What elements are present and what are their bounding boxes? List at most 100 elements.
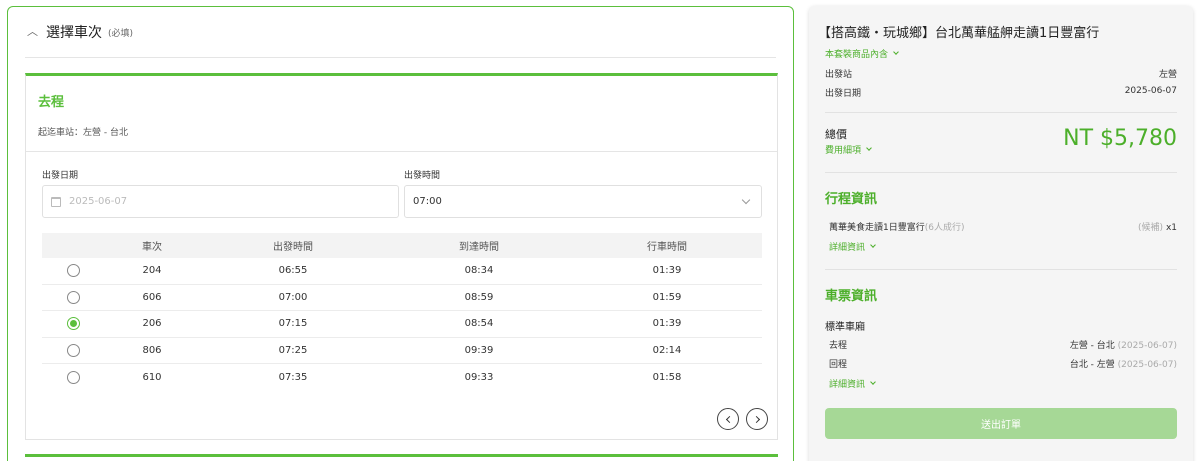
outbound-trip-card: 去程 起迄車站：左營 - 台北 出發日期 出發時間 2025-06-07 07:…: [25, 73, 778, 440]
chevron-down-icon: [893, 49, 899, 55]
next-page-button[interactable]: [746, 408, 768, 430]
itinerary-status: (候補): [1138, 223, 1164, 233]
fee-details-link[interactable]: 費用細項: [825, 143, 872, 156]
table-row[interactable]: 606 07:00 08:59 01:59: [42, 285, 762, 311]
ticket-section-title: 車票資訊: [825, 289, 878, 304]
package-contents-link[interactable]: 本套裝商品內含: [825, 47, 899, 60]
ticket-details-label: 詳細資訊: [829, 380, 866, 390]
divider: [825, 112, 1177, 113]
submit-order-button[interactable]: 送出訂單: [825, 408, 1177, 439]
itinerary-qty: x1: [1165, 223, 1177, 233]
train-number: 610: [142, 371, 162, 383]
itinerary-item-name-wrap: 萬華美食走讀1日豐富行(6人成行): [829, 220, 964, 233]
arrive-time: 08:34: [464, 265, 494, 277]
duration: 01:39: [652, 318, 682, 330]
chevron-down-icon: [870, 242, 876, 248]
order-summary-panel: 【搭高鐵・玩城鄉】台北萬華艋舺走讀1日豐富行 本套裝商品內含 出發站 左營 出發…: [809, 6, 1193, 461]
table-row[interactable]: 610 07:35 09:33 01:58: [42, 364, 762, 391]
fee-details-label: 費用細項: [825, 146, 862, 156]
header-train: 車次: [142, 242, 162, 253]
train-radio-selected[interactable]: [66, 317, 80, 331]
return-route: 台北 - 左營: [1069, 360, 1115, 370]
depart-date-row: 出發日期 2025-06-07: [825, 86, 1177, 99]
date-field[interactable]: 2025-06-07: [42, 185, 399, 218]
outbound-date: (2025-06-07): [1117, 341, 1177, 351]
depart-station-value: 左營: [1158, 70, 1177, 80]
itinerary-details-label: 詳細資訊: [829, 243, 866, 253]
return-route-wrap: 台北 - 左營 (2025-06-07): [1070, 357, 1177, 370]
table-header: 車次 出發時間 到達時間 行車時間: [42, 233, 762, 258]
required-note: (必填): [108, 28, 134, 39]
depart-time: 07:35: [278, 371, 308, 383]
date-placeholder: 2025-06-07: [69, 196, 128, 207]
duration: 01:59: [652, 291, 682, 303]
table-row[interactable]: 206 07:15 08:54 01:39: [42, 311, 762, 338]
time-select[interactable]: 07:00: [404, 185, 762, 218]
train-radio[interactable]: [66, 264, 80, 278]
train-number: 204: [142, 265, 162, 277]
depart-station-row: 出發站 左營: [825, 67, 1177, 80]
arrive-time: 09:39: [464, 344, 494, 356]
divider: [825, 172, 1177, 173]
divider: [26, 151, 777, 152]
car-type: 標準車廂: [825, 322, 865, 333]
ticket-details-link[interactable]: 詳細資訊: [829, 377, 876, 390]
itinerary-details-link[interactable]: 詳細資訊: [829, 240, 876, 253]
prev-page-button[interactable]: [717, 408, 739, 430]
duration: 01:58: [652, 371, 682, 383]
return-date: (2025-06-07): [1117, 360, 1177, 370]
outbound-ticket-row: 去程 左營 - 台北 (2025-06-07): [829, 338, 1177, 351]
train-radio[interactable]: [66, 370, 80, 384]
outbound-route: 左營 - 台北: [1069, 341, 1115, 351]
depart-time: 07:00: [278, 291, 308, 303]
outbound-route-wrap: 左營 - 台北 (2025-06-07): [1070, 338, 1177, 351]
depart-time: 06:55: [278, 265, 308, 277]
radio-cell: [42, 343, 104, 357]
date-label: 出發日期: [42, 171, 79, 181]
trip-stations: 起迄車站：左營 - 台北: [38, 128, 128, 138]
chevron-down-icon: [866, 145, 872, 151]
package-contents-label: 本套裝商品內含: [825, 50, 889, 60]
table-row[interactable]: 806 07:25 09:39 02:14: [42, 338, 762, 364]
itinerary-section-title: 行程資訊: [825, 192, 878, 207]
total-label: 總價: [825, 128, 847, 141]
radio-cell: [42, 370, 104, 384]
train-number: 806: [142, 344, 162, 356]
trip-title: 去程: [38, 95, 65, 110]
chevron-left-icon: [725, 415, 733, 423]
return-label: 回程: [829, 360, 848, 370]
depart-time: 07:25: [278, 344, 308, 356]
radio-cell: [42, 264, 104, 278]
table-row[interactable]: 204 06:55 08:34 01:39: [42, 258, 762, 285]
arrive-time: 09:33: [464, 371, 494, 383]
chevron-up-icon[interactable]: ︿: [27, 23, 38, 39]
itinerary-item-name: 萬華美食走讀1日豐富行: [829, 223, 925, 233]
radio-cell: [42, 317, 104, 331]
chevron-right-icon: [752, 415, 760, 423]
chevron-down-icon: [741, 195, 751, 205]
section-title: 選擇車次: [46, 25, 102, 41]
train-number: 206: [142, 318, 162, 330]
calendar-icon: [51, 196, 61, 207]
itinerary-qty-wrap: (候補) x1: [1138, 220, 1177, 233]
outbound-label: 去程: [829, 341, 848, 351]
divider: [825, 269, 1177, 270]
time-value: 07:00: [413, 196, 442, 207]
header-depart: 出發時間: [273, 242, 313, 253]
depart-date-label: 出發日期: [825, 89, 862, 99]
total-price: NT $5,780: [1063, 126, 1177, 151]
return-trip-card-edge: [25, 454, 778, 457]
arrive-time: 08:54: [464, 318, 494, 330]
depart-station-label: 出發站: [825, 70, 853, 80]
chevron-down-icon: [870, 379, 876, 385]
depart-date-value: 2025-06-07: [1124, 86, 1177, 96]
train-radio[interactable]: [66, 343, 80, 357]
train-table: 車次 出發時間 到達時間 行車時間 204 06:55 08:34 01:39 …: [42, 233, 762, 391]
header-arrive: 到達時間: [459, 242, 499, 253]
return-ticket-row: 回程 台北 - 左營 (2025-06-07): [829, 357, 1177, 370]
depart-time: 07:15: [278, 318, 308, 330]
section-header[interactable]: ︿ 選擇車次 (必填): [27, 23, 133, 41]
header-duration: 行車時間: [647, 242, 687, 253]
train-radio[interactable]: [66, 290, 80, 304]
itinerary-item-note: (6人成行): [924, 223, 965, 233]
